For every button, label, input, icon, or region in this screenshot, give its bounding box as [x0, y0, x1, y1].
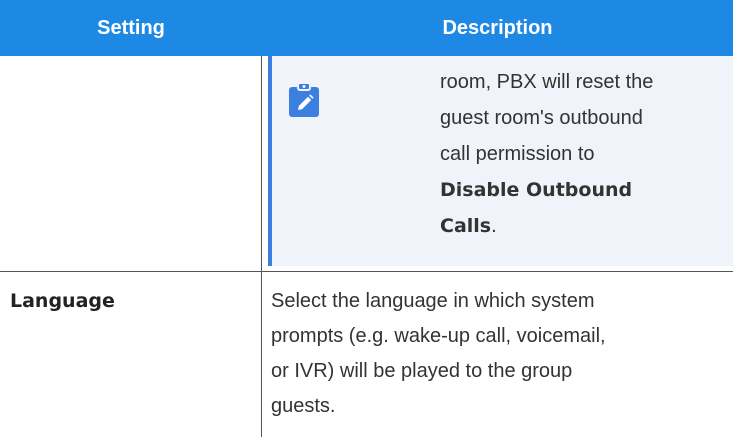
- note-callout: room, PBX will reset the guest room's ou…: [268, 56, 733, 266]
- edit-note-icon: [289, 82, 319, 117]
- permission-option-name-end: Calls: [440, 215, 492, 237]
- column-divider: [261, 272, 262, 437]
- note-end-punct: .: [491, 215, 497, 237]
- setting-description-language: Select the language in which system prom…: [271, 284, 726, 424]
- row-divider: [0, 271, 733, 272]
- note-accent-bar: [268, 56, 272, 266]
- description-line: or IVR) will be played to the group: [271, 360, 573, 382]
- column-divider: [261, 56, 262, 272]
- description-line: guests.: [271, 395, 336, 417]
- column-header-setting: Setting: [97, 17, 165, 39]
- table-header: Setting Description: [0, 0, 733, 56]
- description-line: Select the language in which system: [271, 290, 595, 312]
- note-line: call permission to: [440, 143, 595, 165]
- settings-table: Setting Description room, PBX will reset…: [0, 0, 733, 437]
- description-line: prompts (e.g. wake-up call, voicemail,: [271, 325, 606, 347]
- permission-option-name: Disable Outbound: [440, 179, 633, 201]
- column-header-description: Description: [442, 17, 553, 39]
- note-text: room, PBX will reset the guest room's ou…: [440, 64, 730, 244]
- setting-name-language: Language: [10, 290, 115, 312]
- note-line: room, PBX will reset the: [440, 71, 654, 93]
- note-line: guest room's outbound: [440, 107, 643, 129]
